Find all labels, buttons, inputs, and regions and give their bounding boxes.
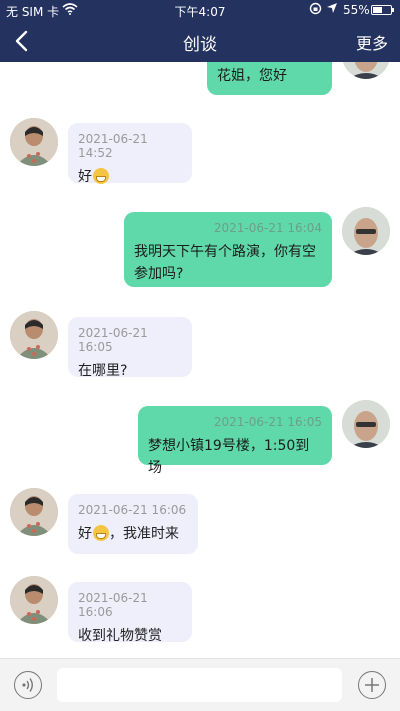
message-timestamp: 2021-06-21 16:05 xyxy=(78,326,148,354)
message-timestamp: 2021-06-21 16:04 xyxy=(213,221,322,235)
battery-percent: 55% xyxy=(343,3,370,17)
message-text: 花姐，您好 xyxy=(217,68,287,84)
message-text: 梦想小镇19号楼，1:50到场 xyxy=(148,438,310,476)
message-text: 在哪里? xyxy=(78,363,128,379)
input-bar xyxy=(0,658,400,711)
voice-icon xyxy=(22,678,33,692)
message-timestamp: 2021-06-21 14:52 xyxy=(78,132,148,160)
location-icon xyxy=(326,2,338,17)
more-button[interactable]: 更多 xyxy=(356,30,388,54)
message-bubble-incoming[interactable]: 2021-06-21 16:06 收到礼物赞赏 xyxy=(68,582,192,644)
clock: 下午4:07 xyxy=(174,5,226,19)
message-bubble-outgoing[interactable]: 2021-06-21 16:05 梦想小镇19号楼，1:50到场 xyxy=(138,406,332,476)
grin-emoji-icon xyxy=(93,525,109,541)
plus-icon xyxy=(365,678,379,692)
message-text: 好，我准时来 xyxy=(78,525,179,542)
chat-list[interactable]: 花姐，您好 2021-06-21 14:52 好 2021-06-21 16:0… xyxy=(0,62,400,658)
page-title: 创谈 xyxy=(183,35,217,55)
voice-input-button[interactable] xyxy=(14,671,42,699)
nav-bar: 创谈 更多 xyxy=(0,20,400,62)
user-avatar[interactable] xyxy=(342,400,390,448)
contact-avatar[interactable] xyxy=(10,311,58,359)
user-avatar[interactable] xyxy=(342,62,390,79)
battery-icon xyxy=(371,5,394,15)
message-timestamp: 2021-06-21 16:06 xyxy=(78,591,148,619)
message-timestamp: 2021-06-21 16:05 xyxy=(213,415,322,429)
contact-avatar[interactable] xyxy=(10,576,58,624)
message-bubble-outgoing[interactable]: 花姐，您好 xyxy=(207,62,332,95)
grin-emoji-icon xyxy=(93,168,109,184)
message-text: 好 xyxy=(78,166,182,188)
message-bubble-incoming[interactable]: 2021-06-21 16:05 在哪里? xyxy=(68,317,192,379)
message-input[interactable] xyxy=(57,668,342,702)
message-text-line-2: 参加吗? xyxy=(134,266,184,282)
message-bubble-incoming[interactable]: 2021-06-21 16:06 好，我准时来 xyxy=(68,494,198,554)
contact-avatar[interactable] xyxy=(10,118,58,166)
message-bubble-outgoing[interactable]: 2021-06-21 16:04 我明天下午有个路演，你有空 参加吗? xyxy=(124,212,332,287)
message-bubble-incoming[interactable]: 2021-06-21 14:52 好 xyxy=(68,123,192,185)
message-timestamp: 2021-06-21 16:06 xyxy=(78,503,187,517)
message-text: 收到礼物赞赏 xyxy=(78,628,162,644)
contact-avatar[interactable] xyxy=(10,488,58,536)
message-text-line-1: 我明天下午有个路演，你有空 xyxy=(134,244,316,260)
user-avatar[interactable] xyxy=(342,207,390,255)
add-attachment-button[interactable] xyxy=(358,671,386,699)
status-bar: 无 SIM 卡 下午4:07 55% xyxy=(0,0,400,20)
rotation-lock-icon xyxy=(309,2,322,18)
